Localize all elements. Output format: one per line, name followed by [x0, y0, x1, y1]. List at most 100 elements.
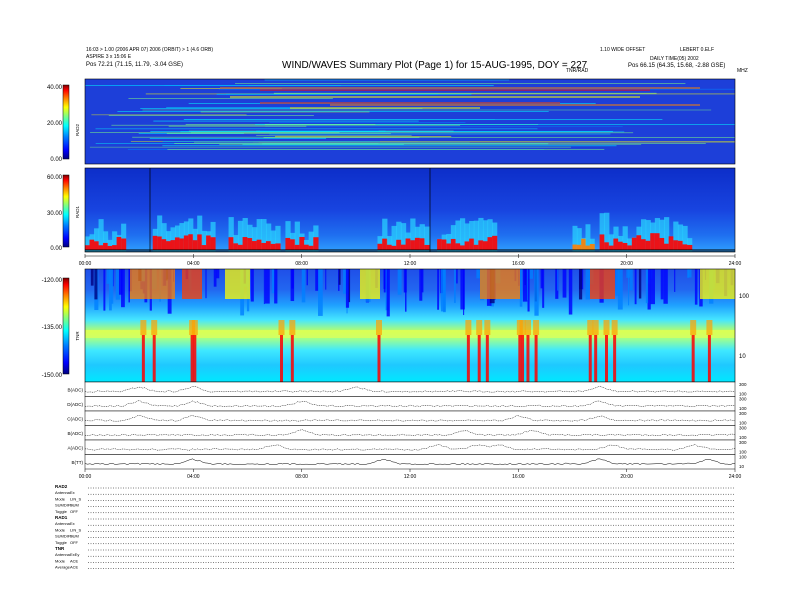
time-axis-lower-label: 08:00 [295, 474, 308, 480]
rad1-burst-core [396, 239, 402, 250]
time-axis-lower-label: 12:00 [404, 474, 417, 480]
tnr-streak [454, 269, 456, 303]
rad1-burst-core [210, 237, 216, 250]
rad1-burst-core [581, 238, 587, 250]
tnr-spike [534, 335, 538, 382]
tnr-spike [190, 335, 194, 382]
settings-panel: RAD2Antenna ExMode LIN_SSUMDIFFSUMToggle OF… [55, 484, 735, 570]
rad2-label: RAD2 [75, 124, 80, 137]
rad1-burst-core [382, 238, 388, 250]
rad1-burst-core [469, 238, 475, 250]
tnr-streak [301, 269, 306, 303]
tnr-top-emission [225, 269, 250, 299]
rad1-burst-core [450, 238, 457, 250]
rad1-burst-core [464, 241, 470, 250]
tnr-streak [694, 269, 698, 305]
tnr-streak [578, 269, 583, 300]
rad1-burst-core [183, 235, 189, 250]
rad2-tick-top: 40.00 [47, 85, 63, 91]
tnr-spike [193, 335, 197, 382]
rad2-colorbar [62, 84, 70, 160]
rad1-burst-core [654, 233, 661, 250]
tnr-spike-halo [592, 320, 599, 335]
rad1-burst-core [256, 239, 262, 250]
rad1-burst-core [152, 235, 158, 250]
time-axis-upper-label: 08:00 [295, 261, 308, 267]
rad1-burst-core [192, 240, 198, 250]
tnr-spike-halo [587, 320, 594, 335]
tnr-streak [90, 269, 94, 286]
tnr-streak [274, 269, 278, 304]
tnr-streak [562, 269, 567, 298]
tnr-plasma-line [85, 330, 735, 338]
tnr-streak [460, 269, 465, 310]
rad1-burst-core [94, 241, 100, 250]
tnr-streak [441, 269, 446, 312]
tnr-spike [485, 335, 489, 382]
tnr-streak [205, 269, 207, 299]
tnr-streak [519, 269, 523, 307]
tnr-spike [594, 335, 598, 382]
tnr-streak [650, 269, 655, 305]
tnr-spike-halo [191, 320, 198, 335]
line-panel-frame [84, 410, 736, 426]
tnr-streak [557, 269, 559, 291]
tnr-streak [634, 269, 637, 305]
settings-key: Mode [55, 527, 66, 532]
line-panels: B(ADC)300100D(ADC)300100C(ADC)300100B(AD… [67, 381, 747, 470]
line-panel-frame [84, 439, 736, 455]
line-panel-right-tick: 10 [739, 464, 745, 469]
rad2-tick-bottom: 0.00 [50, 157, 62, 163]
rad1-burst-core [604, 242, 610, 250]
settings-key: Toggle [55, 540, 68, 545]
time-axis-upper: 00:00 04:00 08:00 12:00 16:00 20:00 24:00 [79, 254, 742, 267]
line-panel-right-tick: 300 [739, 440, 747, 445]
line-panel-label: A(ADC) [68, 445, 84, 450]
tnr-top-emission [590, 269, 615, 299]
tnr-streak [638, 269, 642, 299]
rad1-burst-core [251, 241, 258, 250]
rad1-burst-core [285, 237, 291, 250]
tnr-streak [645, 269, 649, 304]
tnr-tick-top: -120.00 [42, 278, 63, 284]
time-axis-upper-label: 04:00 [187, 261, 200, 267]
settings-title: TNR [55, 546, 65, 551]
rad1-burst-core [677, 240, 684, 250]
rad1-burst-core [641, 239, 647, 250]
rad1-burst-core [622, 242, 628, 250]
rad1-burst-core [618, 241, 624, 250]
line-panel-right-tick: 300 [739, 411, 747, 416]
settings-title: RAD2 [55, 484, 68, 489]
time-axis-lower-label: 16:00 [512, 474, 525, 480]
settings-value: SUM [70, 503, 79, 508]
rad1-burst-core [441, 239, 447, 250]
tnr-spike [613, 335, 617, 382]
rad1-burst-core [188, 234, 194, 250]
tnr-spike-halo [289, 320, 296, 335]
tnr-spike [521, 335, 525, 382]
tnr-right-tick-10: 10 [739, 354, 746, 360]
tnr-top-emission [130, 269, 175, 299]
settings-value: LIN_S [70, 527, 81, 532]
line-panel-right-tick: 100 [739, 455, 747, 460]
tnr-streak [568, 269, 573, 315]
tnr-spike [377, 335, 381, 382]
tnr-spike-halo [376, 320, 382, 335]
settings-key: Average [55, 565, 71, 570]
tnr-spike [526, 335, 530, 382]
time-axis-upper-label: 16:00 [512, 261, 525, 267]
settings-key: Toggle [55, 509, 68, 514]
settings-value: OFF [70, 509, 79, 514]
tnr-spike [691, 335, 695, 382]
rad1-burst-core [645, 240, 651, 250]
time-axis-upper-label: 24:00 [729, 261, 742, 267]
tnr-streak [103, 269, 106, 311]
summary-plot: 40.00 20.00 0.00 60.00 30.00 0.00 -120.0… [42, 78, 750, 570]
settings-value: LIN_S [70, 496, 81, 501]
tnr-streak [250, 269, 254, 302]
tnr-streak [476, 269, 480, 279]
tnr-spike [707, 335, 711, 382]
tnr-streak [463, 269, 465, 316]
rad1-burst-core [613, 238, 619, 250]
tnr-streak [338, 269, 341, 285]
